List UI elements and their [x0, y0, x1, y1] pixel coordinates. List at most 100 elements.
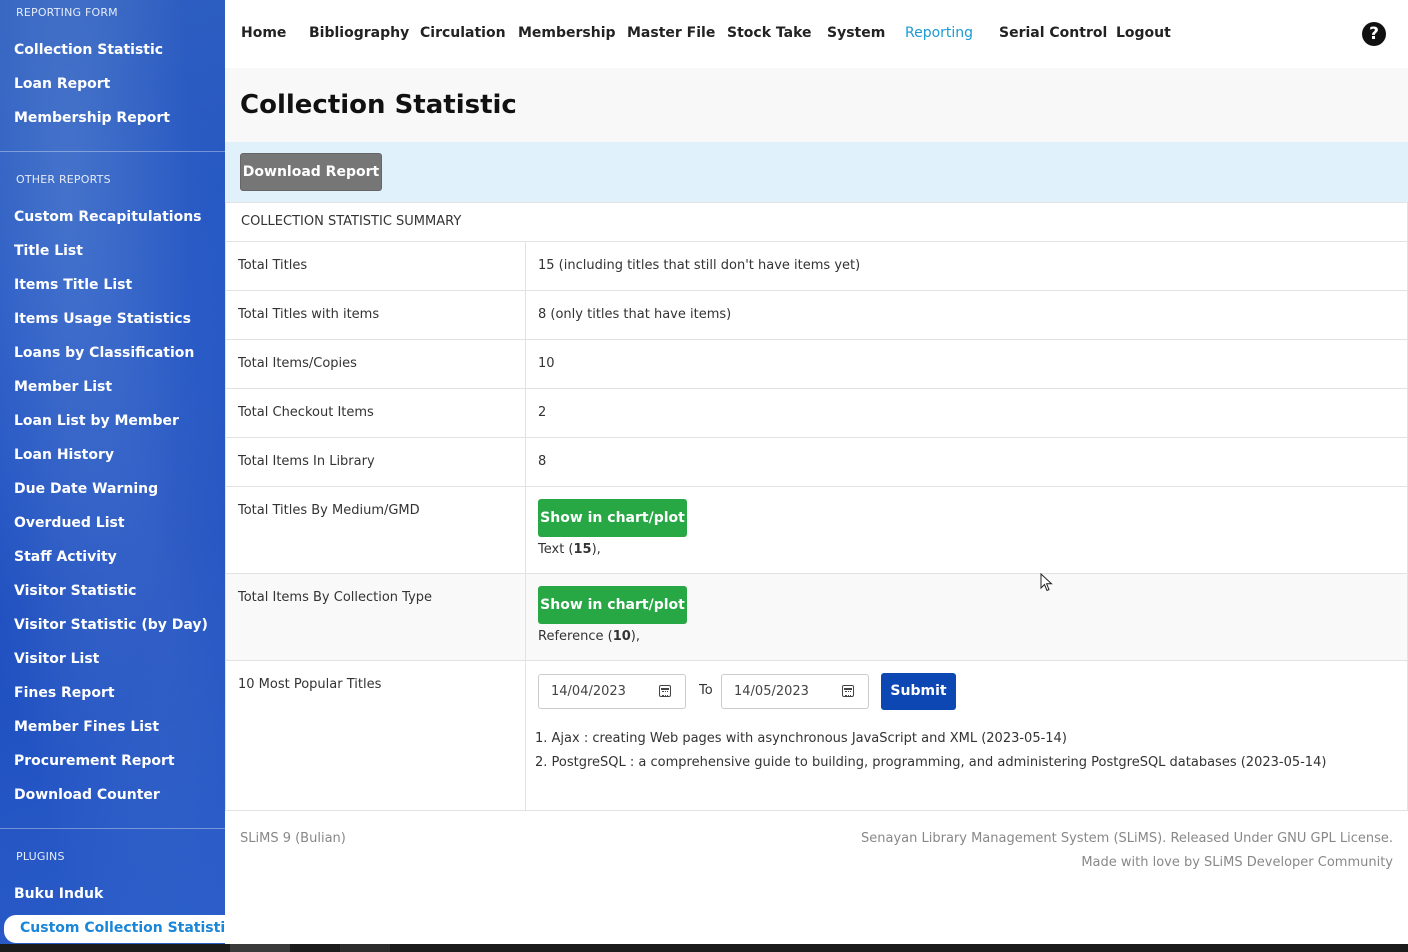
question-circle-icon[interactable]: ?	[1362, 22, 1386, 46]
footer-license: Senayan Library Management System (SLiMS…	[861, 831, 1393, 846]
table-row: Total Items/Copies 10	[226, 340, 1407, 389]
nav-membership[interactable]: Membership	[518, 25, 616, 41]
calendar-icon[interactable]	[842, 685, 854, 697]
gmd-count: 15	[573, 542, 592, 557]
summary-heading: COLLECTION STATISTIC SUMMARY	[241, 214, 462, 229]
footer-credit: Made with love by SLiMS Developer Commun…	[1081, 855, 1393, 870]
mouse-cursor-icon	[1040, 573, 1053, 592]
top-navigation: Home Bibliography Circulation Membership…	[225, 0, 1408, 68]
column-divider	[525, 291, 526, 339]
row-value: 10	[538, 356, 555, 371]
taskbar-item[interactable]	[230, 944, 290, 952]
table-row: Total Items In Library 8	[226, 438, 1407, 487]
gmd-name: Text	[538, 542, 565, 557]
column-divider	[525, 487, 526, 573]
column-divider	[525, 242, 526, 290]
collection-type-name: Reference	[538, 629, 604, 644]
table-row: Total Titles with items 8 (only titles t…	[226, 291, 1407, 340]
sidebar-item-procurement-report[interactable]: Procurement Report	[14, 753, 175, 769]
show-chart-gmd-button[interactable]: Show in chart/plot	[538, 499, 687, 537]
table-row: Total Titles 15 (including titles that s…	[226, 242, 1407, 291]
collection-type-entry: Reference (10),	[538, 629, 640, 644]
sidebar-item-items-usage-statistics[interactable]: Items Usage Statistics	[14, 311, 191, 327]
sidebar-item-title-list[interactable]: Title List	[14, 243, 83, 259]
sidebar-divider	[0, 151, 225, 152]
sidebar-item-visitor-statistic-by-day[interactable]: Visitor Statistic (by Day)	[14, 617, 208, 633]
nav-home[interactable]: Home	[241, 25, 286, 41]
row-label: Total Items/Copies	[238, 356, 357, 371]
collection-statistic-table: COLLECTION STATISTIC SUMMARY Total Title…	[225, 202, 1408, 811]
download-report-button[interactable]: Download Report	[240, 153, 382, 191]
sidebar-item-custom-collection-statistic[interactable]: Custom Collection Statistic	[4, 915, 225, 943]
row-label: Total Items By Collection Type	[238, 590, 433, 605]
date-to-input[interactable]: 14/05/2023	[721, 674, 869, 709]
plugins-heading: PLUGINS	[16, 850, 65, 863]
sidebar-item-staff-activity[interactable]: Staff Activity	[14, 549, 117, 565]
nav-serial-control[interactable]: Serial Control	[999, 25, 1107, 41]
action-bar: Download Report	[225, 142, 1408, 202]
nav-logout[interactable]: Logout	[1116, 25, 1171, 41]
sidebar-item-items-title-list[interactable]: Items Title List	[14, 277, 132, 293]
sidebar-item-loan-report[interactable]: Loan Report	[14, 76, 110, 92]
date-from-input[interactable]: 14/04/2023	[538, 674, 686, 709]
summary-heading-row: COLLECTION STATISTIC SUMMARY	[226, 203, 1407, 242]
sidebar-item-label: Custom Collection Statistic	[20, 920, 225, 936]
sidebar-item-buku-induk[interactable]: Buku Induk	[14, 886, 103, 902]
sidebar-item-due-date-warning[interactable]: Due Date Warning	[14, 481, 158, 497]
date-to-value: 14/05/2023	[734, 684, 809, 699]
nav-master-file[interactable]: Master File	[627, 25, 715, 41]
sidebar-item-overdued-list[interactable]: Overdued List	[14, 515, 125, 531]
page-title: Collection Statistic	[240, 90, 517, 120]
calendar-icon[interactable]	[659, 685, 671, 697]
sidebar-item-membership-report[interactable]: Membership Report	[14, 110, 170, 126]
column-divider	[525, 438, 526, 486]
row-value: 2	[538, 405, 547, 420]
sidebar-divider	[0, 828, 225, 829]
table-row: Total Checkout Items 2	[226, 389, 1407, 438]
reporting-form-heading: REPORTING FORM	[16, 6, 118, 19]
row-value: 8 (only titles that have items)	[538, 307, 732, 322]
collection-type-count: 10	[612, 629, 631, 644]
column-divider	[525, 574, 526, 660]
column-divider	[525, 661, 526, 811]
sidebar-item-fines-report[interactable]: Fines Report	[14, 685, 115, 701]
sidebar-item-loan-list-by-member[interactable]: Loan List by Member	[14, 413, 179, 429]
column-divider	[525, 389, 526, 437]
date-from-value: 14/04/2023	[551, 684, 626, 699]
nav-system[interactable]: System	[827, 25, 885, 41]
table-row-popular-titles: 10 Most Popular Titles 14/04/2023 To 14/…	[226, 661, 1407, 811]
nav-reporting[interactable]: Reporting	[905, 25, 973, 41]
sidebar-item-collection-statistic[interactable]: Collection Statistic	[14, 42, 163, 58]
sidebar-item-visitor-statistic[interactable]: Visitor Statistic	[14, 583, 136, 599]
column-divider	[525, 340, 526, 388]
sidebar-item-loans-by-classification[interactable]: Loans by Classification	[14, 345, 194, 361]
footer-version: SLiMS 9 (Bulian)	[240, 831, 346, 846]
taskbar-item[interactable]	[340, 944, 390, 952]
row-label: Total Titles	[238, 258, 308, 273]
taskbar	[0, 944, 1408, 952]
row-label: Total Titles By Medium/GMD	[238, 503, 420, 518]
nav-circulation[interactable]: Circulation	[420, 25, 506, 41]
sidebar-item-loan-history[interactable]: Loan History	[14, 447, 114, 463]
date-to-label: To	[699, 683, 713, 698]
sidebar-item-download-counter[interactable]: Download Counter	[14, 787, 160, 803]
row-value: 8	[538, 454, 547, 469]
table-row-gmd: Total Titles By Medium/GMD Show in chart…	[226, 487, 1407, 574]
page-header: Collection Statistic	[225, 68, 1408, 142]
row-label: 10 Most Popular Titles	[238, 677, 382, 692]
popular-title-item: 1. Ajax : creating Web pages with asynch…	[535, 731, 1067, 746]
row-value: 15 (including titles that still don't ha…	[538, 258, 861, 273]
sidebar-item-visitor-list[interactable]: Visitor List	[14, 651, 99, 667]
gmd-entry: Text (15),	[538, 542, 601, 557]
table-row-collection-type: Total Items By Collection Type Show in c…	[226, 574, 1407, 661]
sidebar-item-member-fines-list[interactable]: Member Fines List	[14, 719, 159, 735]
nav-stock-take[interactable]: Stock Take	[727, 25, 812, 41]
sidebar-item-member-list[interactable]: Member List	[14, 379, 112, 395]
show-chart-collection-type-button[interactable]: Show in chart/plot	[538, 586, 687, 624]
sidebar-item-custom-recapitulations[interactable]: Custom Recapitulations	[14, 209, 202, 225]
submit-button[interactable]: Submit	[881, 673, 956, 710]
row-label: Total Items In Library	[238, 454, 375, 469]
row-label: Total Titles with items	[238, 307, 380, 322]
popular-title-item: 2. PostgreSQL : a comprehensive guide to…	[535, 755, 1327, 770]
nav-bibliography[interactable]: Bibliography	[309, 25, 409, 41]
